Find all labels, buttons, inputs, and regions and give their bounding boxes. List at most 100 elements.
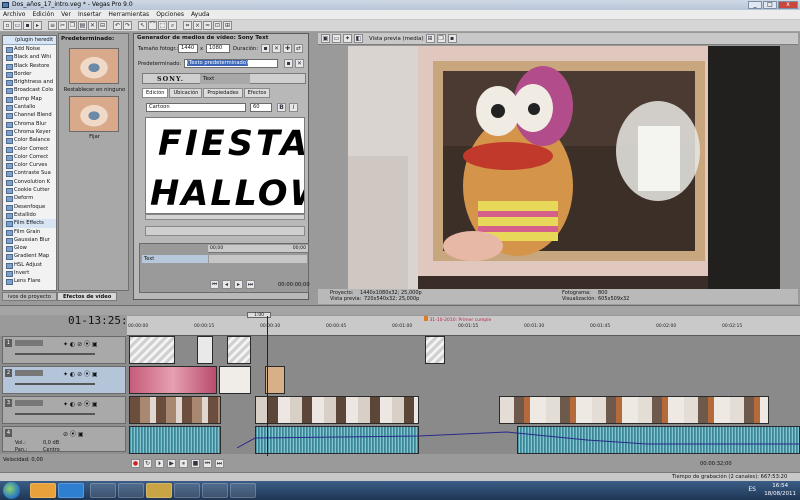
fx-list-item[interactable]: HSL Adjust [3, 261, 56, 270]
taskbar-ie-icon[interactable] [58, 483, 84, 498]
track-clip[interactable] [129, 336, 175, 364]
track-clip[interactable] [499, 396, 769, 424]
track-clip[interactable] [129, 366, 217, 394]
remove-preset-button[interactable]: ✕ [295, 59, 304, 68]
delete-preset-icon[interactable]: ✕ [272, 44, 281, 53]
language-indicator[interactable]: ES [748, 486, 756, 493]
normal-edit-tool-icon[interactable]: ↖ [138, 21, 147, 30]
fx-list-item[interactable]: Add Noise [3, 45, 56, 54]
track-header-4-audio[interactable]: 4 ⊘ ⦿ ▣ Vol.: 0,0 dB Pan.: Centro [2, 426, 126, 453]
go-to-end-icon[interactable]: ⏭ [215, 459, 224, 468]
save-icon[interactable]: ▪ [23, 21, 32, 30]
fx-list-item[interactable]: Color Correct [3, 153, 56, 162]
fx-list-item[interactable]: Estallido [3, 211, 56, 220]
timeline-ruler[interactable]: 1:00 31-10-2010: Primer cumple 00:00:00 … [127, 312, 800, 336]
fx-list-item[interactable]: Border [3, 70, 56, 79]
fx-list-item[interactable]: Glow [3, 244, 56, 253]
fx-list-item[interactable]: Convolution K [3, 178, 56, 187]
menu-ver[interactable]: Ver [61, 10, 71, 19]
track-header-3[interactable]: 3 ✦ ◐ ⊘ ⦿ ▣ [2, 396, 126, 424]
undo-icon[interactable]: ↶ [113, 21, 122, 30]
envelope-tool-icon[interactable]: ⌒ [148, 21, 157, 30]
fx-list-item[interactable]: Contraste Sua [3, 169, 56, 178]
fx-list-item[interactable]: Color Correct [3, 145, 56, 153]
preview-quality-dropdown[interactable]: Vista previa (media) [369, 36, 424, 42]
track-controls-icon[interactable]: ✦ ◐ ⊘ ⦿ ▣ [63, 399, 98, 408]
menu-insertar[interactable]: Insertar [78, 10, 101, 19]
go-to-start-icon[interactable]: ⏮ [203, 459, 212, 468]
tab-project-media[interactable]: ivos de proyecto [2, 292, 57, 301]
fx-list-item[interactable]: Bump Map [3, 95, 56, 104]
properties-icon[interactable]: ≡ [48, 21, 57, 30]
track-level-slider[interactable] [15, 353, 95, 355]
preset-dropdown[interactable]: (Texto predeterminado) [184, 59, 278, 68]
taskbar-app-icon[interactable] [230, 483, 256, 498]
preset-thumbnail-reset[interactable] [69, 48, 119, 84]
overlays-icon[interactable]: ⊞ [425, 34, 435, 43]
tab-efectos[interactable]: Efectos [243, 88, 271, 98]
fx-list-item[interactable]: Color Curves [3, 161, 56, 170]
frame-height-input[interactable]: 1080 [206, 44, 230, 53]
text-horizontal-scrollbar[interactable] [145, 214, 305, 220]
play-from-start-icon[interactable]: ⏵ [155, 459, 164, 468]
minimize-button[interactable]: _ [748, 1, 762, 9]
fx-list-item[interactable]: Color Balance [3, 136, 56, 145]
taskbar-app-icon[interactable] [118, 483, 144, 498]
split-screen-icon[interactable]: ◧ [354, 34, 363, 43]
fx-list-item[interactable]: Film Effects [3, 219, 56, 228]
text-edit-area[interactable]: FIESTA HALLOW [145, 117, 305, 214]
record-icon[interactable]: ● [131, 459, 140, 468]
copy-snapshot-icon[interactable]: ❐ [436, 34, 446, 43]
track-controls-icon[interactable]: ✦ ◐ ⊘ ⦿ ▣ [63, 339, 98, 348]
copy-icon[interactable]: ❐ [68, 21, 77, 30]
redo-icon[interactable]: ↷ [123, 21, 132, 30]
paste-icon[interactable]: ▤ [78, 21, 87, 30]
auto-crossfade-icon[interactable]: ⨯ [193, 21, 202, 30]
fx-list-item[interactable]: Invert [3, 269, 56, 278]
playhead[interactable] [267, 316, 268, 456]
zoom-tool-icon[interactable]: ⌕ [168, 21, 177, 30]
open-icon[interactable]: ▭ [13, 21, 22, 30]
track-name-field[interactable] [15, 370, 43, 376]
ignore-grouping-icon[interactable]: ⊞ [223, 21, 232, 30]
fx-list-item[interactable]: Chroma Keyer [3, 128, 56, 137]
trim-icon[interactable]: ⊟ [98, 21, 107, 30]
new-project-icon[interactable]: ▫ [3, 21, 12, 30]
italic-button[interactable]: I [289, 103, 298, 112]
tab-edicion[interactable]: Edición [142, 88, 169, 98]
preset-thumbnail-fijar[interactable] [69, 96, 119, 132]
next-keyframe-icon[interactable]: ▸ [234, 280, 243, 289]
track-name-field[interactable] [15, 400, 43, 406]
track-header-1[interactable]: 1 ✦ ◐ ⊘ ⦿ ▣ [2, 336, 126, 364]
delete-icon[interactable]: ✕ [88, 21, 97, 30]
fx-list-item[interactable]: Film Grain [3, 228, 56, 236]
taskbar-app-icon[interactable] [202, 483, 228, 498]
timeline-marker[interactable]: 31-10-2010: Primer cumple [424, 316, 491, 323]
fx-list-item[interactable]: Cookie Cutter [3, 186, 56, 195]
frame-width-input[interactable]: 1440 [178, 44, 198, 53]
font-dropdown[interactable]: Cartoon [146, 103, 246, 112]
fx-list-item[interactable]: Deform [3, 194, 56, 203]
track-controls-icon[interactable]: ✦ ◐ ⊘ ⦿ ▣ [63, 369, 98, 378]
bold-button[interactable]: B [277, 103, 286, 112]
track-clip[interactable] [227, 336, 251, 364]
prev-keyframe-icon[interactable]: ◂ [222, 280, 231, 289]
fx-list-item[interactable]: Gaussian Blur [3, 236, 56, 245]
font-size-dropdown[interactable]: 60 [250, 103, 272, 112]
track-clip[interactable] [255, 396, 419, 424]
track-clip[interactable] [129, 396, 221, 424]
external-monitor-icon[interactable]: ▭ [332, 34, 341, 43]
save-preset-button[interactable]: ▪ [284, 59, 293, 68]
selection-tool-icon[interactable]: ⬚ [158, 21, 167, 30]
pause-icon[interactable]: ⏸ [179, 459, 188, 468]
menu-archivo[interactable]: Archivo [3, 10, 25, 19]
audio-track-controls-icon[interactable]: ⊘ ⦿ ▣ [63, 429, 84, 438]
tab-ubicacion[interactable]: Ubicación [169, 88, 203, 98]
taskbar-app-icon[interactable] [174, 483, 200, 498]
sync-cursor-icon[interactable]: ⇄ [294, 44, 303, 53]
track-level-slider[interactable] [15, 413, 95, 415]
save-preset-icon[interactable]: ▪ [261, 44, 270, 53]
save-snapshot-icon[interactable]: ▪ [447, 34, 457, 43]
tab-propiedades[interactable]: Propiedades [203, 88, 243, 98]
snapping-icon[interactable]: ⌗ [183, 21, 192, 30]
